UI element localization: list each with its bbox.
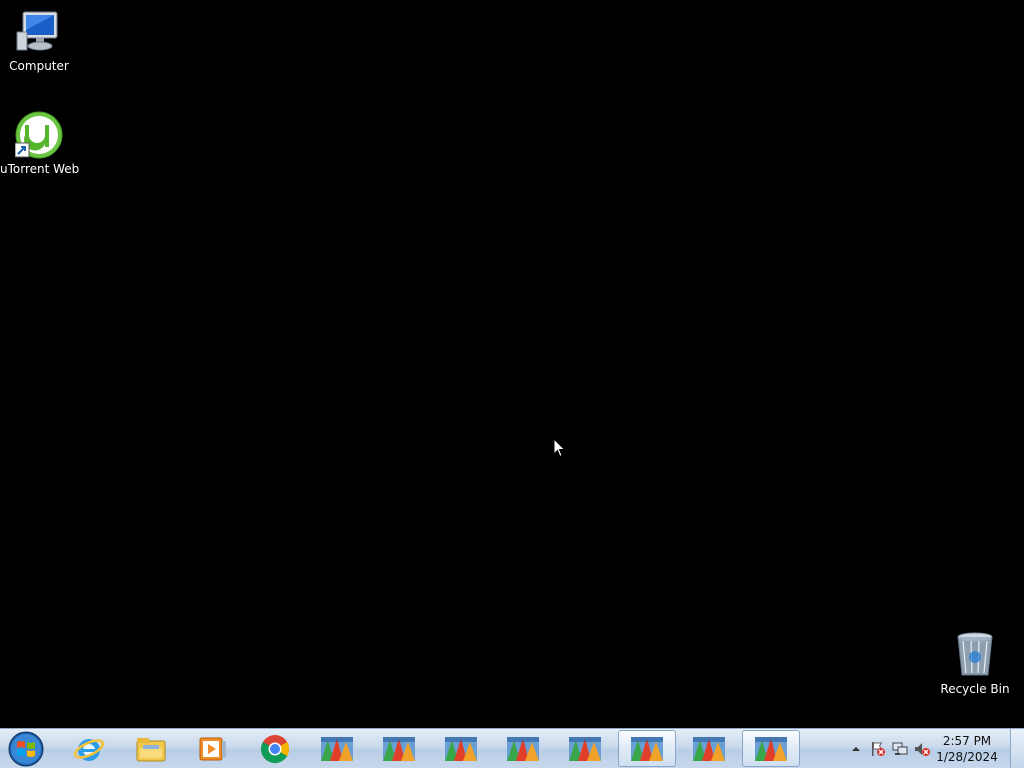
desktop-icon-label: Recycle Bin [940,682,1010,696]
app-window-icon [755,736,787,761]
show-desktop-button[interactable] [1010,729,1024,768]
desktop-icon-label: uTorrent Web [0,162,80,176]
desktop-icon-label: Computer [9,59,69,73]
taskbar-button-app-4[interactable] [494,730,552,767]
clock-time: 2:57 PM [942,734,992,748]
app-window-icon [693,736,725,761]
show-hidden-icons-arrow[interactable] [848,741,864,757]
utorrent-icon [14,111,63,159]
taskbar-button-app-3[interactable] [432,730,490,767]
action-center-flag-icon[interactable] [870,741,886,757]
taskbar-button-app-7[interactable] [680,730,738,767]
chrome-icon [261,734,289,763]
desktop-icon-computer[interactable]: Computer [0,8,78,73]
network-icon[interactable] [892,741,908,757]
app-window-icon [445,736,477,761]
system-tray: 2:57 PM 1/28/2024 [844,729,1024,768]
taskbar: 2:57 PM 1/28/2024 [0,728,1024,768]
internet-explorer-icon [73,738,105,761]
taskbar-button-media-player[interactable] [184,730,242,767]
taskbar-button-internet-explorer[interactable] [60,730,118,767]
taskbar-button-app-1[interactable] [308,730,366,767]
file-explorer-icon [136,737,166,761]
app-window-icon [631,736,663,761]
taskbar-button-app-6[interactable] [618,730,676,767]
app-window-icon [507,736,539,761]
media-player-icon [199,737,226,760]
desktop-icon-recycle-bin[interactable]: Recycle Bin [936,631,1014,696]
recycle-bin-icon [951,631,999,679]
volume-muted-icon[interactable] [914,741,930,757]
taskbar-button-chrome[interactable] [246,730,304,767]
app-window-icon [569,736,601,761]
clock-date: 1/28/2024 [936,750,998,764]
taskbar-button-app-5[interactable] [556,730,614,767]
clock[interactable]: 2:57 PM 1/28/2024 [932,733,1002,765]
windows-start-orb-icon [8,731,44,767]
taskbar-button-app-8[interactable] [742,730,800,767]
mouse-cursor-icon [553,437,566,462]
taskbar-button-app-2[interactable] [370,730,428,767]
computer-icon [15,8,63,56]
desktop-icon-utorrent-web[interactable]: uTorrent Web [0,111,80,176]
taskbar-button-file-explorer[interactable] [122,730,180,767]
start-button[interactable] [6,730,46,768]
app-window-icon [321,736,353,761]
app-window-icon [383,736,415,761]
